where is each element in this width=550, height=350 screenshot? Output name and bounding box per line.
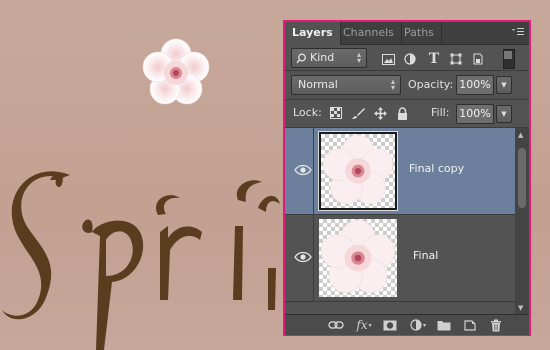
lock-brush-icon[interactable] (349, 104, 367, 122)
lock-row: Lock: Fill: 100% ▼ (285, 101, 529, 127)
panel-tab-bar: Layers Channels Paths (285, 22, 529, 45)
layer-thumbnail (319, 219, 397, 297)
opacity-slider-button[interactable]: ▼ (496, 76, 512, 94)
layer-thumbnail (318, 131, 398, 211)
lock-label: Lock: (293, 106, 322, 119)
search-icon (296, 53, 306, 64)
panel-menu-icon[interactable] (511, 26, 525, 38)
adjustment-icon[interactable]: ▾ (407, 317, 429, 333)
filter-toggle-switch[interactable] (503, 49, 515, 69)
layer-row-final-copy[interactable]: Final copy (285, 128, 515, 215)
mask-icon[interactable] (381, 317, 399, 333)
flower-artwork (142, 38, 210, 105)
layer-name: Final (413, 249, 439, 262)
link-icon[interactable] (327, 317, 345, 333)
folder-icon[interactable] (435, 317, 453, 333)
new-layer-icon[interactable] (461, 317, 479, 333)
scroll-up-icon[interactable]: ▲ (518, 131, 523, 139)
eye-icon[interactable] (293, 162, 313, 178)
trash-icon[interactable] (487, 317, 505, 333)
updown-arrow-icon: ▴ ▾ (356, 50, 361, 65)
filter-shape-icon[interactable] (447, 50, 465, 68)
filter-kind-label: Kind (310, 51, 335, 64)
layer-name: Final copy (409, 162, 465, 175)
updown-arrow-icon: ▴ ▾ (390, 77, 395, 92)
fx-icon[interactable]: fx ▾ (353, 317, 375, 333)
lock-move-icon[interactable] (371, 104, 389, 122)
filter-row: Kind ▴ ▾ T (285, 46, 529, 70)
layer-row-final[interactable]: Final (285, 215, 515, 302)
eye-icon[interactable] (293, 249, 313, 265)
layers-panel: Layers Channels Paths Kind ▴ ▾ T Normal … (283, 20, 531, 336)
blend-row: Normal ▴ ▾ Opacity: 100% ▼ (285, 72, 529, 98)
flower-thumbnail-icon (322, 134, 394, 205)
letter-i (233, 226, 243, 300)
filter-kind-dropdown[interactable]: Kind ▴ ▾ (291, 48, 367, 68)
letter-r (160, 226, 202, 300)
tab-layers[interactable]: Layers (285, 22, 341, 45)
scroll-down-icon[interactable]: ▼ (518, 304, 523, 312)
lock-transparent-icon[interactable] (327, 104, 345, 122)
flower-thumbnail-icon (320, 219, 396, 293)
tab-paths[interactable]: Paths (397, 22, 442, 44)
filter-pixel-icon[interactable] (379, 50, 397, 68)
letter-p (92, 220, 144, 350)
fill-input[interactable]: 100% (456, 104, 494, 124)
fill-label: Fill: (431, 106, 450, 119)
blend-mode-dropdown[interactable]: Normal ▴ ▾ (291, 75, 401, 95)
tab-channels[interactable]: Channels (336, 22, 402, 44)
lock-all-icon[interactable] (393, 104, 411, 122)
filter-adjustment-icon[interactable] (401, 50, 419, 68)
opacity-input[interactable]: 100% (456, 75, 494, 95)
filter-type-icon[interactable]: T (425, 50, 443, 68)
filter-smart-object-icon[interactable] (469, 50, 487, 68)
layers-list: Final copy Final (285, 128, 515, 314)
fx-label: fx (356, 318, 368, 332)
opacity-label: Opacity: (408, 78, 454, 91)
blend-mode-value: Normal (298, 78, 338, 91)
scrollbar-thumb[interactable] (518, 148, 526, 208)
panel-bottom-bar: fx ▾ ▾ (285, 314, 529, 335)
letter-s (2, 171, 70, 320)
fill-slider-button[interactable]: ▼ (496, 105, 512, 123)
